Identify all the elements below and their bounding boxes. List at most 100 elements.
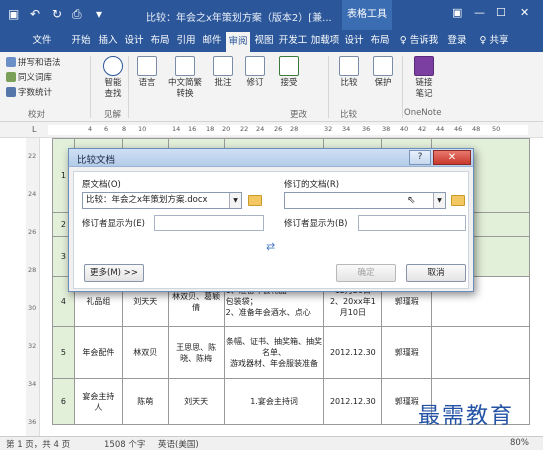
original-document-label: 原文档(O) xyxy=(82,180,121,190)
language-button[interactable]: 语言 xyxy=(132,56,162,89)
table-cell[interactable]: 6 xyxy=(52,378,75,425)
revised-document-combo[interactable]: ⇖ ▼ xyxy=(284,192,446,209)
compare-documents-dialog: 比较文档 ? ✕ 原文档(O) 比较：年会之x年策划方案.docx ▼ 修订者显… xyxy=(68,148,474,292)
accept-checkmark-icon xyxy=(279,56,299,76)
table-cell[interactable]: 年会配件 xyxy=(73,326,123,379)
tab-file[interactable]: 文件 xyxy=(28,30,56,52)
more-options-button[interactable]: 更多(M) >> xyxy=(84,264,144,282)
ruler-tick: 20 xyxy=(222,125,231,133)
tab-table-layout[interactable]: 布局 xyxy=(368,30,392,52)
ruler-tick: 42 xyxy=(418,125,427,133)
chinese-conversion-button[interactable]: 中文简繁 转换 xyxy=(163,56,207,100)
chinese-conversion-icon xyxy=(175,56,195,76)
v-ruler-tick: 36 xyxy=(28,418,37,426)
tab-developer[interactable]: 开发工 xyxy=(278,30,308,52)
ribbon-display-icon[interactable]: ▣ xyxy=(452,6,462,19)
tab-table-design[interactable]: 设计 xyxy=(342,30,366,52)
title-bar: ▣ ↶ ↻ ⎙ ▾ 比较：年会之x年策划方案（版本2）[兼... 表格工具 ▣ … xyxy=(0,0,543,30)
tab-mailings[interactable]: 邮件 xyxy=(200,30,224,52)
table-cell[interactable]: 条幅、证书、抽奖箱、抽奖 名单、 游戏器材、年会服装准备 xyxy=(223,326,325,379)
ruler-tick: 40 xyxy=(400,125,409,133)
thesaurus-icon xyxy=(6,72,16,82)
table-cell[interactable]: 刘天天 xyxy=(167,378,225,425)
chevron-down-icon[interactable]: ▼ xyxy=(229,193,241,208)
window-close-icon[interactable]: ✕ xyxy=(520,6,529,19)
ribbon-separator xyxy=(402,56,403,118)
chevron-down-icon[interactable]: ▼ xyxy=(433,193,445,208)
original-document-value: 比较：年会之x年策划方案.docx xyxy=(86,195,208,205)
tab-addins[interactable]: 加载项 xyxy=(310,30,340,52)
help-button[interactable]: ? xyxy=(409,150,431,165)
print-preview-icon[interactable]: ⎙ xyxy=(72,7,82,22)
language-status[interactable]: 英语(美国) xyxy=(158,438,199,450)
dialog-title-bar[interactable]: 比较文档 ? ✕ xyxy=(69,149,473,167)
thesaurus-button[interactable]: 同义词库 xyxy=(6,71,52,83)
original-reviewer-input[interactable] xyxy=(154,215,264,231)
comments-button[interactable]: 批注 xyxy=(208,56,238,89)
protect-button[interactable]: 保护 xyxy=(368,56,398,89)
tab-home[interactable]: 开始 xyxy=(68,30,94,52)
ok-button[interactable]: 确定 xyxy=(336,264,396,282)
smart-lookup-button[interactable]: 智能 查找 xyxy=(96,56,130,100)
swap-documents-icon[interactable]: ⇄ xyxy=(266,240,275,253)
spelling-grammar-button[interactable]: 拼写和语法 xyxy=(6,56,61,68)
tab-review[interactable]: 审阅 xyxy=(226,32,250,52)
table-cell[interactable]: 2012.12.30 xyxy=(323,378,383,425)
ruler-tick: 24 xyxy=(256,125,265,133)
browse-folder-icon[interactable] xyxy=(248,195,262,206)
status-bar: 第 1 页，共 4 页 1508 个字 英语(美国) 80% xyxy=(0,436,543,450)
zoom-level[interactable]: 80% xyxy=(510,438,529,448)
page-count[interactable]: 第 1 页，共 4 页 xyxy=(6,438,70,450)
table-cell[interactable]: 宴会主持 人 xyxy=(73,378,123,425)
table-cell[interactable]: 郭瑾瑕 xyxy=(381,326,433,379)
table-cell[interactable]: 2012.12.30 xyxy=(323,326,383,379)
maximize-icon[interactable]: ☐ xyxy=(496,6,506,19)
table-tools-context: 表格工具 xyxy=(342,0,392,30)
v-ruler-tick: 34 xyxy=(28,380,37,388)
tab-selector-icon[interactable]: L xyxy=(32,125,36,134)
language-icon xyxy=(137,56,157,76)
customize-quick-access-icon[interactable]: ▾ xyxy=(96,7,102,21)
table-cell[interactable] xyxy=(431,326,530,379)
tab-references[interactable]: 引用 xyxy=(174,30,198,52)
ruler-tick: 36 xyxy=(362,125,371,133)
share-button[interactable]: ♀ 共享 xyxy=(474,30,514,52)
v-ruler-tick: 30 xyxy=(28,304,37,312)
compare-group-label: 比较 xyxy=(340,110,358,120)
accept-button[interactable]: 接受 xyxy=(274,56,304,89)
save-icon[interactable]: ▣ xyxy=(8,7,19,21)
table-cell[interactable]: 陈萌 xyxy=(121,378,169,425)
tab-design[interactable]: 设计 xyxy=(122,30,146,52)
track-changes-button[interactable]: 修订 xyxy=(240,56,270,89)
redo-icon[interactable]: ↻ xyxy=(52,7,62,21)
undo-icon[interactable]: ↶ xyxy=(30,7,40,21)
tab-insert[interactable]: 插入 xyxy=(96,30,120,52)
original-document-combo[interactable]: 比较：年会之x年策划方案.docx ▼ xyxy=(82,192,242,209)
table-cell[interactable]: 王思思、陈晓、陈梅 xyxy=(167,326,225,379)
tab-tell-me[interactable]: ♀ 告诉我 xyxy=(396,30,442,52)
tab-layout[interactable]: 布局 xyxy=(148,30,172,52)
horizontal-ruler[interactable]: L 4 6 8 10 14 16 18 20 22 24 26 28 32 34… xyxy=(0,122,543,138)
dialog-title: 比较文档 xyxy=(77,155,116,166)
linked-notes-button[interactable]: 链接 笔记 xyxy=(408,56,440,100)
vertical-ruler[interactable]: 22 24 26 28 30 32 34 36 xyxy=(26,138,40,436)
ribbon-separator xyxy=(328,56,329,118)
onenote-group-label: OneNote xyxy=(404,108,442,118)
smart-lookup-icon xyxy=(103,56,123,76)
table-cell[interactable]: 林双贝 xyxy=(121,326,169,379)
window-title: 比较：年会之x年策划方案（版本2）[兼... xyxy=(146,13,332,24)
word-count[interactable]: 1508 个字 xyxy=(104,438,145,450)
cancel-button[interactable]: 取消 xyxy=(406,264,466,282)
minimize-icon[interactable]: — xyxy=(474,6,485,19)
word-count-button[interactable]: 字数统计 xyxy=(6,86,52,98)
dialog-close-button[interactable]: ✕ xyxy=(433,150,471,165)
table-cell[interactable]: 1.宴会主持词 xyxy=(223,378,325,425)
revised-reviewer-input[interactable] xyxy=(358,215,466,231)
tab-view[interactable]: 视图 xyxy=(252,30,276,52)
v-ruler-tick: 22 xyxy=(28,152,37,160)
sign-in-link[interactable]: 登录 xyxy=(444,30,470,52)
table-cell[interactable]: 5 xyxy=(52,326,75,379)
browse-folder-icon[interactable] xyxy=(451,195,465,206)
proofing-group-label: 校对 xyxy=(28,110,46,120)
compare-button[interactable]: 比较 xyxy=(334,56,364,89)
